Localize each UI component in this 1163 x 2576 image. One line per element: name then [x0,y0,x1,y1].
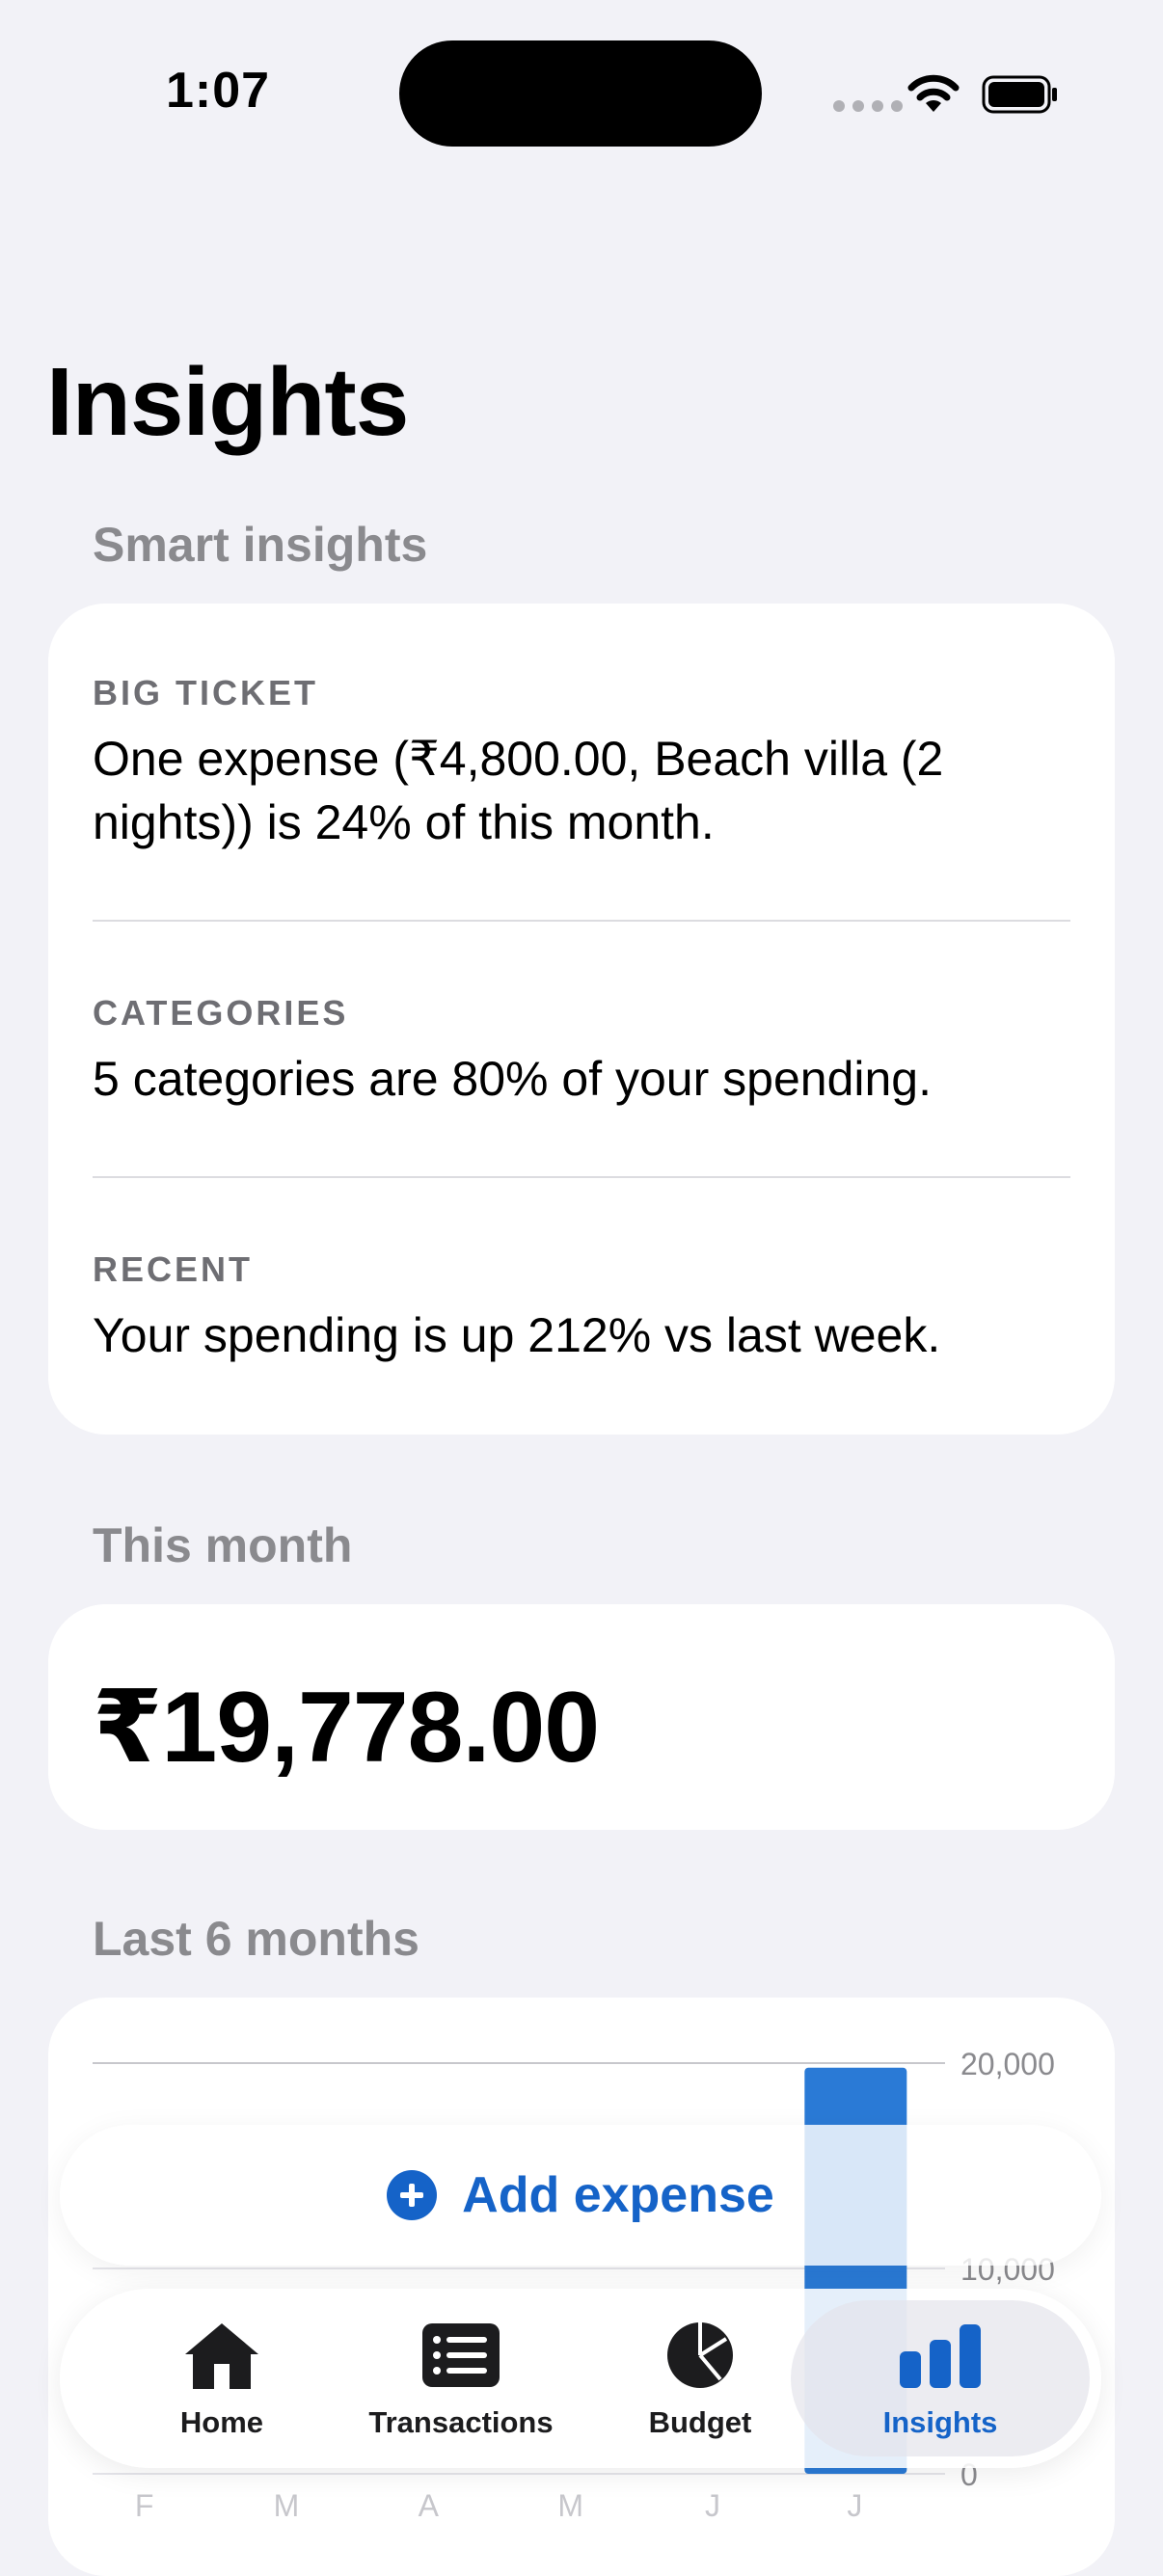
tab-transactions[interactable]: Transactions [365,2289,557,2468]
x-tick-label: A [419,2488,440,2523]
pie-chart-icon [664,2317,736,2394]
list-icon [422,2317,500,2394]
x-tick-label: F [135,2488,154,2523]
house-icon [181,2317,262,2394]
tab-label: Insights [882,2405,998,2439]
bar-chart-icon [898,2317,983,2394]
x-tick-label: M [274,2488,300,2523]
x-tick-label: J [705,2488,720,2523]
tab-label: Transactions [368,2405,554,2439]
add-expense-button[interactable]: Add expense [60,2125,1101,2266]
x-tick-label: M [557,2488,583,2523]
x-tick-label: J [847,2488,862,2523]
tab-label: Budget [648,2405,752,2439]
tab-insights[interactable]: Insights [863,2289,1017,2468]
plus-circle-icon [387,2170,438,2220]
tab-home[interactable]: Home [145,2289,299,2468]
y-tick-label: 20,000 [960,2047,1055,2081]
tab-label: Home [179,2405,264,2439]
add-expense-label: Add expense [462,2167,774,2223]
tab-budget[interactable]: Budget [623,2289,777,2468]
